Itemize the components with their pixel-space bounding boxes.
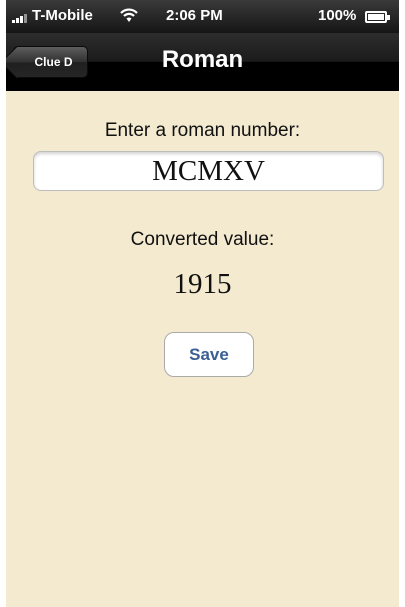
signal-icon [12,13,32,23]
page-title: Roman [161,46,244,73]
roman-number-input[interactable]: MCMXV [33,151,384,191]
roman-input-label: Enter a roman number: [104,120,301,141]
converted-value-label: Converted value: [130,229,275,250]
app-screen: T-Mobile 2:06 PM 100% Clue D Roman Enter… [6,0,399,607]
status-time: 2:06 PM [166,7,223,24]
status-bar: T-Mobile 2:06 PM 100% [6,0,399,33]
battery-percent: 100% [318,7,357,24]
save-button[interactable]: Save [164,332,254,377]
wifi-icon [120,8,138,22]
navigation-bar: Clue D Roman [6,33,399,91]
converted-value: 1915 [173,268,232,300]
battery-icon [365,11,390,23]
carrier-name: T-Mobile [32,7,93,24]
